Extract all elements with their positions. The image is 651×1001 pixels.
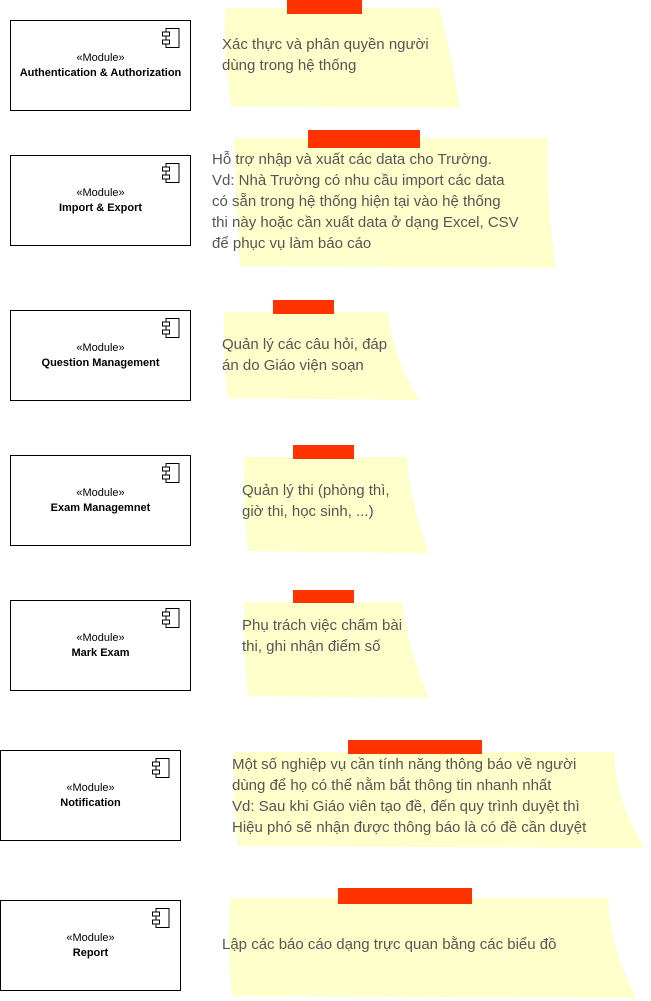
sticky-note-mark-exam: Phụ trách việc chấm bài thi, ghi nhận đi… [242, 590, 432, 700]
module-stereotype: «Module» [76, 51, 125, 64]
component-icon [162, 28, 180, 48]
sticky-note-report: Lập các báo cáo dạng trực quan bằng các … [222, 888, 638, 1000]
module-stereotype: «Module» [76, 186, 125, 199]
module-name: Authentication & Authorization [19, 66, 182, 79]
note-text: Xác thực và phân quyền người dùng trong … [222, 36, 429, 74]
note-tape [293, 445, 354, 459]
note-tape [338, 888, 472, 904]
note-text: Phụ trách việc chấm bài thi, ghi nhận đi… [242, 617, 403, 655]
note-text: Một số nghiệp vụ cần tính năng thông báo… [232, 756, 587, 836]
note-tape [287, 0, 362, 14]
module-name: Notification [60, 796, 121, 809]
module-authentication-authorization[interactable]: «Module» Authentication & Authorization [10, 20, 191, 111]
module-name: Exam Managemnet [50, 501, 151, 514]
module-name: Import & Export [58, 201, 143, 214]
sticky-note-question-management: Quản lý các câu hỏi, đáp án do Giáo viện… [222, 300, 422, 401]
component-icon [162, 163, 180, 183]
sticky-note-authentication: Xác thực và phân quyền người dùng trong … [222, 0, 462, 110]
module-import-export[interactable]: «Module» Import & Export [10, 155, 191, 246]
module-stereotype: «Module» [66, 781, 115, 794]
module-question-management[interactable]: «Module» Question Management [10, 310, 191, 401]
component-icon [162, 608, 180, 628]
module-stereotype: «Module» [76, 631, 125, 644]
note-tape [293, 590, 354, 603]
component-icon [162, 318, 180, 338]
module-stereotype: «Module» [76, 486, 125, 499]
sticky-note-import-export: Hỗ trợ nhập và xuất các data cho Trường.… [212, 130, 557, 270]
module-name: Report [72, 946, 109, 959]
component-icon [162, 463, 180, 483]
component-icon [152, 758, 170, 778]
note-tape [348, 740, 482, 754]
note-tape [308, 130, 420, 148]
module-report[interactable]: «Module» Report [0, 900, 181, 991]
module-notification[interactable]: «Module» Notification [0, 750, 181, 841]
module-stereotype: «Module» [76, 341, 125, 354]
component-icon [152, 908, 170, 928]
sticky-note-exam-management: Quản lý thi (phòng thì, giờ thi, học sin… [242, 445, 432, 555]
note-text: Quản lý các câu hỏi, đáp án do Giáo viện… [222, 336, 388, 374]
note-text: Quản lý thi (phòng thì, giờ thi, học sin… [242, 482, 390, 520]
note-text: Lập các báo cáo dạng trực quan bằng các … [222, 936, 557, 953]
module-exam-management[interactable]: «Module» Exam Managemnet [10, 455, 191, 546]
module-name: Question Management [41, 356, 160, 369]
module-mark-exam[interactable]: «Module» Mark Exam [10, 600, 191, 691]
note-tape [273, 300, 334, 314]
sticky-note-notification: Một số nghiệp vụ cần tính năng thông báo… [232, 740, 647, 850]
module-name: Mark Exam [71, 646, 130, 659]
note-text: Hỗ trợ nhập và xuất các data cho Trường.… [212, 151, 519, 252]
module-stereotype: «Module» [66, 931, 115, 944]
